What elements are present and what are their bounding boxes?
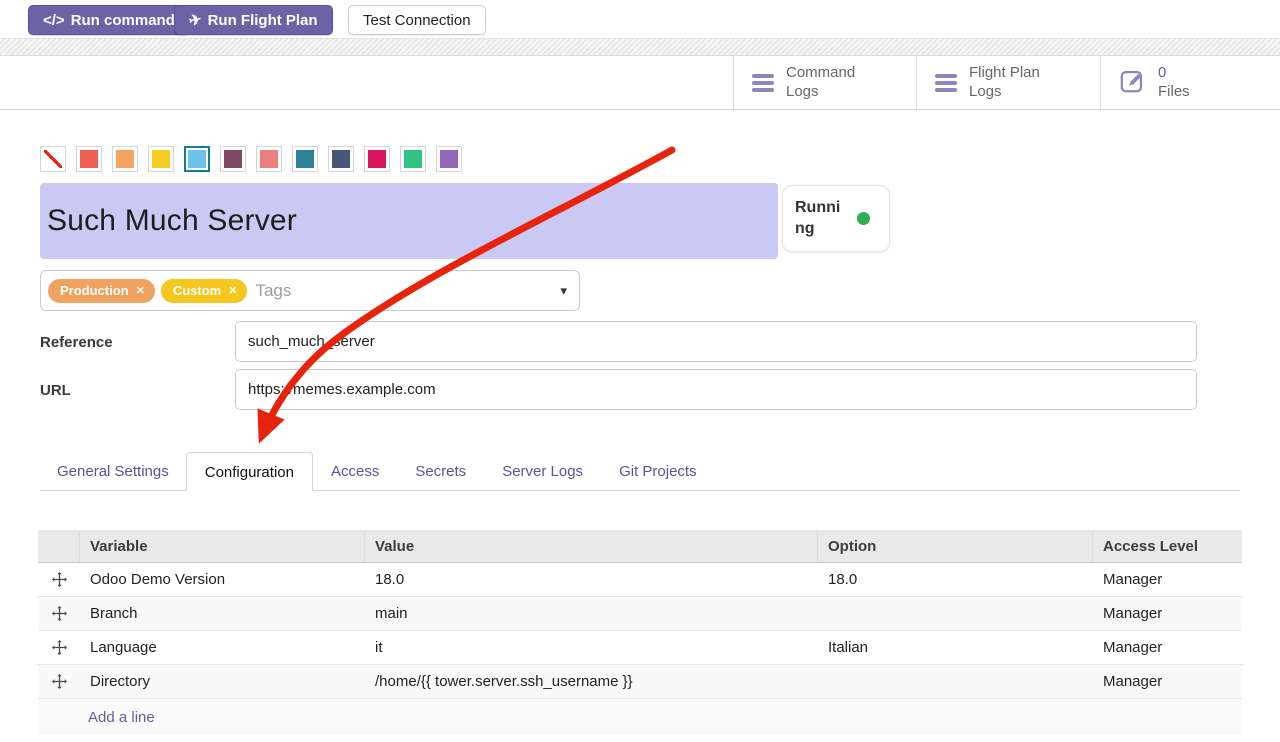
drag-handle-icon[interactable] — [38, 572, 80, 587]
run-flight-plan-label: Run Flight Plan — [208, 12, 318, 29]
cell-access: Manager — [1093, 639, 1242, 656]
cell-variable: Directory — [80, 673, 365, 690]
tag-custom[interactable]: Custom ✕ — [161, 279, 248, 303]
column-header-option[interactable]: Option — [818, 530, 1093, 562]
cell-value: main — [365, 605, 818, 622]
color-swatch[interactable] — [256, 146, 282, 172]
record-title-field[interactable]: Such Much Server — [40, 183, 778, 259]
color-swatch[interactable] — [220, 146, 246, 172]
color-swatch[interactable] — [436, 146, 462, 172]
run-command-label: Run command — [71, 12, 175, 29]
status-running-dot — [857, 212, 870, 225]
list-icon — [752, 74, 774, 92]
tag-label: Production — [60, 283, 129, 298]
color-swatch[interactable] — [292, 146, 318, 172]
color-swatch[interactable] — [76, 146, 102, 172]
table-header: Variable Value Option Access Level — [38, 530, 1242, 563]
smart-buttons: Command Logs Flight Plan Logs — [733, 56, 1280, 109]
tab-git-projects[interactable]: Git Projects — [601, 452, 715, 490]
tab-general-settings[interactable]: General Settings — [40, 452, 186, 490]
color-swatch[interactable] — [112, 146, 138, 172]
cell-option: Italian — [818, 639, 1093, 656]
table-row[interactable]: Branch main Manager — [38, 597, 1242, 631]
color-swatch[interactable] — [148, 146, 174, 172]
drag-handle-icon[interactable] — [38, 640, 80, 655]
table-row[interactable]: Directory /home/{{ tower.server.ssh_user… — [38, 665, 1242, 699]
status-card[interactable]: Running — [782, 185, 890, 252]
tags-placeholder: Tags — [255, 281, 291, 301]
page-title: Such Much Server — [40, 204, 297, 238]
cell-value: 18.0 — [365, 571, 818, 588]
color-swatch[interactable] — [400, 146, 426, 172]
tag-remove-icon[interactable]: ✕ — [228, 284, 237, 297]
separator-strip — [0, 38, 1280, 56]
tags-field[interactable]: Production ✕ Custom ✕ Tags ▾ — [40, 270, 580, 311]
column-header-value[interactable]: Value — [365, 530, 818, 562]
command-logs-label: Command Logs — [786, 64, 855, 102]
files-label: 0 Files — [1158, 64, 1190, 102]
column-header-variable[interactable]: Variable — [80, 530, 365, 562]
tag-label: Custom — [173, 283, 221, 298]
color-swatch[interactable] — [328, 146, 354, 172]
tag-remove-icon[interactable]: ✕ — [136, 284, 145, 297]
chevron-down-icon[interactable]: ▾ — [560, 283, 567, 299]
handle-column-header — [38, 530, 80, 562]
reference-input[interactable] — [235, 321, 1197, 362]
color-picker — [40, 146, 462, 172]
color-swatch-selected[interactable] — [184, 146, 210, 172]
command-logs-button[interactable]: Command Logs — [733, 56, 916, 109]
tab-configuration[interactable]: Configuration — [186, 452, 313, 491]
cell-variable: Odoo Demo Version — [80, 571, 365, 588]
control-panel: Command Logs Flight Plan Logs — [0, 56, 1280, 110]
tag-production[interactable]: Production ✕ — [48, 279, 155, 303]
table-row[interactable]: Language it Italian Manager — [38, 631, 1242, 665]
code-icon: </> — [43, 12, 65, 29]
cell-access: Manager — [1093, 571, 1242, 588]
notebook-tabs: General Settings Configuration Access Se… — [40, 452, 1240, 491]
add-line-row: Add a line — [38, 699, 1242, 735]
cell-access: Manager — [1093, 605, 1242, 622]
drag-handle-icon[interactable] — [38, 674, 80, 689]
run-flight-plan-button[interactable]: ✈ Run Flight Plan — [174, 5, 333, 35]
color-swatch-none[interactable] — [40, 146, 66, 172]
record-sheet: Such Much Server Running Production ✕ Cu… — [0, 110, 1280, 742]
url-input[interactable] — [235, 369, 1197, 410]
table-row[interactable]: Odoo Demo Version 18.0 18.0 Manager — [38, 563, 1242, 597]
action-toolbar: </> Run command ✈ Run Flight Plan Test C… — [0, 0, 1280, 38]
flight-plan-logs-button[interactable]: Flight Plan Logs — [916, 56, 1100, 109]
test-connection-button[interactable]: Test Connection — [348, 5, 486, 35]
plane-icon: ✈ — [187, 10, 203, 30]
add-a-line-link[interactable]: Add a line — [38, 709, 155, 726]
files-button[interactable]: 0 Files — [1100, 56, 1280, 109]
page: </> Run command ✈ Run Flight Plan Test C… — [0, 0, 1280, 742]
tab-server-logs[interactable]: Server Logs — [484, 452, 601, 490]
cell-option: 18.0 — [818, 571, 1093, 588]
flight-plan-logs-label: Flight Plan Logs — [969, 64, 1040, 102]
reference-label: Reference — [40, 334, 113, 351]
cell-access: Manager — [1093, 673, 1242, 690]
column-header-access-level[interactable]: Access Level — [1093, 530, 1242, 562]
variables-table: Variable Value Option Access Level Odoo … — [38, 530, 1242, 735]
edit-pencil-icon — [1119, 67, 1146, 99]
url-label: URL — [40, 382, 71, 399]
run-command-button[interactable]: </> Run command — [28, 5, 190, 35]
color-swatch[interactable] — [364, 146, 390, 172]
cell-variable: Branch — [80, 605, 365, 622]
list-icon — [935, 74, 957, 92]
tab-access[interactable]: Access — [313, 452, 397, 490]
test-connection-label: Test Connection — [363, 12, 471, 29]
cell-value: /home/{{ tower.server.ssh_username }} — [365, 673, 818, 690]
status-label: Running — [795, 198, 849, 240]
drag-handle-icon[interactable] — [38, 606, 80, 621]
cell-variable: Language — [80, 639, 365, 656]
cell-value: it — [365, 639, 818, 656]
tab-secrets[interactable]: Secrets — [397, 452, 484, 490]
